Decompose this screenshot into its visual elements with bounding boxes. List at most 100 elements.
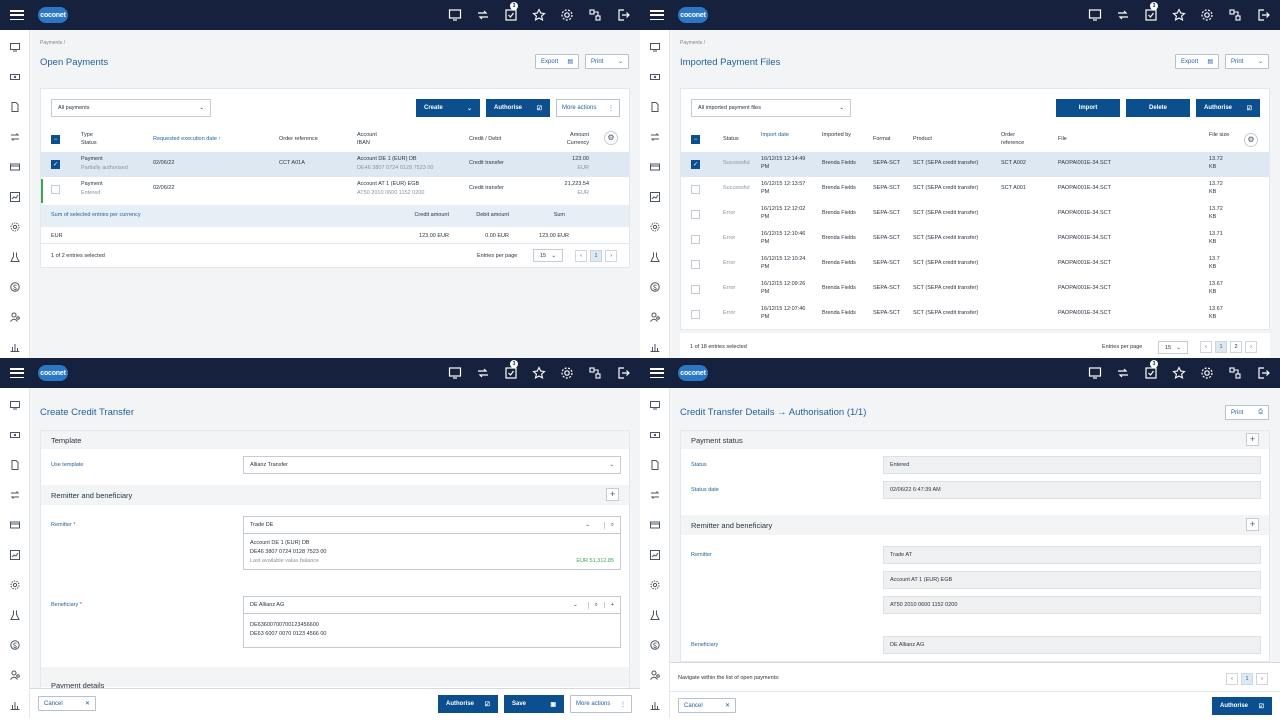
coconet-logo[interactable]: coconet <box>678 7 708 23</box>
document-icon[interactable] <box>10 102 20 112</box>
chart-icon[interactable] <box>10 192 20 202</box>
prev-page-button[interactable]: ‹ <box>575 250 587 262</box>
gear-icon[interactable]: ⚙ <box>1244 133 1258 147</box>
search-icon[interactable]: ⌕ <box>603 521 614 529</box>
payments-icon[interactable] <box>650 400 660 410</box>
row-checkbox[interactable]: ✓ <box>51 160 60 169</box>
add-icon[interactable]: + <box>603 602 614 608</box>
settings-icon[interactable] <box>10 222 20 232</box>
prev-page-button[interactable]: ‹ <box>1226 673 1238 685</box>
more-actions-button[interactable]: More actions ⋮ <box>570 695 632 713</box>
row-checkbox[interactable] <box>691 235 700 244</box>
document-icon[interactable] <box>650 102 660 112</box>
page-1-button[interactable]: 1 <box>590 250 602 262</box>
authorise-button[interactable]: Authorise ☑ <box>1196 99 1260 117</box>
currency-icon[interactable] <box>650 282 660 292</box>
card-icon[interactable] <box>650 162 660 172</box>
row-checkbox[interactable]: ✓ <box>691 160 700 169</box>
tasks-icon[interactable]: 3 <box>504 2 518 22</box>
network-icon[interactable] <box>1228 366 1242 380</box>
col-requested-date[interactable]: Requested execution date ↑ <box>153 135 221 143</box>
row-checkbox[interactable] <box>691 185 700 194</box>
tasks-icon[interactable]: 3 <box>504 360 518 380</box>
settings-icon[interactable] <box>650 580 660 590</box>
print-dropdown[interactable]: Print ⌄ <box>585 54 629 69</box>
payments-icon[interactable] <box>10 400 20 410</box>
search-icon[interactable]: ⌕ <box>587 601 604 609</box>
transfer-icon[interactable] <box>476 8 490 22</box>
card-icon[interactable] <box>10 162 20 172</box>
logout-icon[interactable] <box>616 366 630 380</box>
users-icon[interactable] <box>10 670 20 680</box>
gear-icon[interactable] <box>560 366 574 380</box>
export-button[interactable]: Export ▤ <box>535 54 579 69</box>
select-all-checkbox[interactable]: − <box>691 135 700 144</box>
create-button[interactable]: Create ⌄ <box>416 99 480 117</box>
star-icon[interactable] <box>532 8 546 22</box>
dashboard-icon[interactable] <box>1088 366 1102 380</box>
transfer-icon[interactable] <box>650 490 660 500</box>
per-page-select[interactable]: 15 ⌄ <box>1158 341 1188 354</box>
reports-icon[interactable] <box>10 700 20 710</box>
expand-icon[interactable]: + <box>606 488 619 501</box>
col-status[interactable]: Status <box>723 135 739 143</box>
prev-page-button[interactable]: ‹ <box>1200 341 1212 353</box>
col-file-size[interactable]: File size <box>1209 131 1231 139</box>
authorise-button[interactable]: Authorise ☑ <box>438 695 498 713</box>
print-dropdown[interactable]: Print ⌄ <box>1225 54 1269 69</box>
dashboard-icon[interactable] <box>1088 8 1102 22</box>
next-page-button[interactable]: › <box>1245 341 1257 353</box>
authorise-button[interactable]: Authorise ☑ <box>1212 697 1272 715</box>
transfer-icon[interactable] <box>476 366 490 380</box>
cancel-button[interactable]: Cancel ✕ <box>38 696 96 711</box>
cash-icon[interactable] <box>10 430 20 440</box>
chart-icon[interactable] <box>650 550 660 560</box>
col-account[interactable]: Account IBAN <box>357 131 377 147</box>
use-template-select[interactable]: Allianz Transfer ⌄ <box>243 456 621 474</box>
users-icon[interactable] <box>10 312 20 322</box>
col-product[interactable]: Product <box>913 135 932 143</box>
payments-filter-select[interactable]: All payments ⌄ <box>51 99 211 117</box>
reports-icon[interactable] <box>650 700 660 710</box>
users-icon[interactable] <box>650 670 660 680</box>
col-amount[interactable]: Amount Currency <box>547 131 589 147</box>
save-button[interactable]: Save ▣ <box>504 695 564 713</box>
star-icon[interactable] <box>532 366 546 380</box>
page-1-button[interactable]: 1 <box>1215 341 1227 353</box>
col-order-ref[interactable]: Order reference <box>279 135 318 143</box>
transfer-icon[interactable] <box>10 132 20 142</box>
lab-icon[interactable] <box>10 610 20 620</box>
col-import-date[interactable]: Import date <box>761 131 799 139</box>
star-icon[interactable] <box>1172 8 1186 22</box>
currency-icon[interactable] <box>10 640 20 650</box>
beneficiary-select[interactable]: DE Allianz AG ⌄ ⌕ + <box>243 596 621 614</box>
card-icon[interactable] <box>10 520 20 530</box>
col-type[interactable]: Type Status <box>81 131 97 147</box>
next-page-button[interactable]: › <box>1256 673 1268 685</box>
star-icon[interactable] <box>1172 366 1186 380</box>
users-icon[interactable] <box>650 312 660 322</box>
menu-icon[interactable] <box>10 368 24 378</box>
tasks-icon[interactable]: 3 <box>1144 2 1158 22</box>
chart-icon[interactable] <box>650 192 660 202</box>
page-2-button[interactable]: 2 <box>1230 341 1242 353</box>
remitter-select[interactable]: Trade DE ⌄ ⌕ <box>243 516 621 534</box>
lab-icon[interactable] <box>10 252 20 262</box>
logout-icon[interactable] <box>1256 8 1270 22</box>
transfer-icon[interactable] <box>10 490 20 500</box>
page-1-button[interactable]: 1 <box>1241 673 1253 685</box>
import-button[interactable]: Import <box>1056 99 1120 117</box>
col-format[interactable]: Format <box>873 135 890 143</box>
menu-icon[interactable] <box>10 10 24 20</box>
cash-icon[interactable] <box>10 72 20 82</box>
document-icon[interactable] <box>10 460 20 470</box>
per-page-select[interactable]: 15 ⌄ <box>533 249 563 262</box>
transfer-icon[interactable] <box>1116 8 1130 22</box>
reports-icon[interactable] <box>650 342 660 352</box>
select-all-checkbox[interactable]: − <box>51 135 60 144</box>
cash-icon[interactable] <box>650 430 660 440</box>
col-imported-by[interactable]: Imported by <box>822 131 858 139</box>
breadcrumb[interactable]: Payments / <box>680 40 705 46</box>
expand-icon[interactable]: + <box>1246 518 1259 531</box>
row-checkbox[interactable] <box>691 310 700 319</box>
